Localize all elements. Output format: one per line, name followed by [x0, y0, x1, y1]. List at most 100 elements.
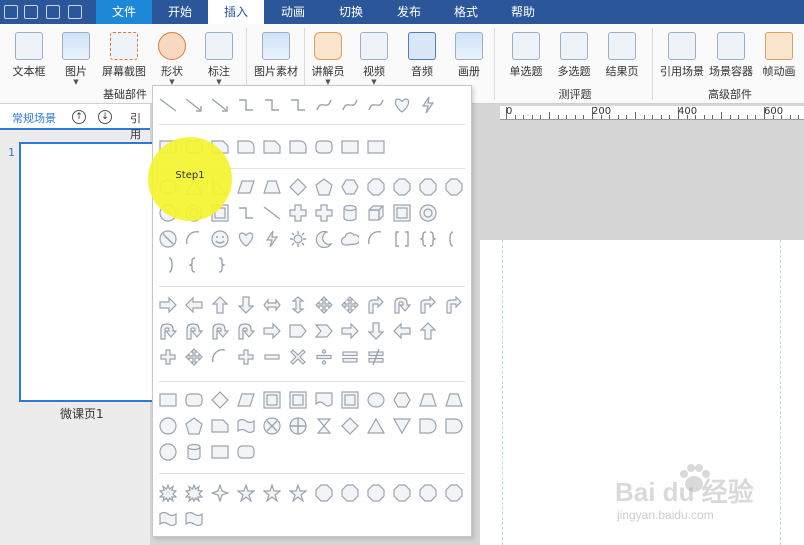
shape-option[interactable]	[341, 178, 359, 196]
shape-option[interactable]	[367, 391, 385, 409]
shape-option[interactable]	[341, 204, 359, 222]
shape-option[interactable]	[341, 296, 359, 314]
shape-option[interactable]	[237, 96, 255, 114]
presenter-button[interactable]: 讲解员 ▼	[308, 28, 348, 86]
shape-option[interactable]	[263, 96, 281, 114]
shape-option[interactable]	[237, 296, 255, 314]
shape-option[interactable]	[237, 230, 255, 248]
shape-option[interactable]	[289, 417, 307, 435]
shape-option[interactable]	[237, 138, 255, 156]
shape-option[interactable]	[341, 417, 359, 435]
shape-option[interactable]	[445, 417, 463, 435]
shape-option[interactable]	[393, 230, 411, 248]
shape-option[interactable]	[185, 322, 203, 340]
shape-option[interactable]	[445, 391, 463, 409]
shape-option[interactable]	[237, 348, 255, 366]
video-button[interactable]: 视频 ▼	[354, 28, 394, 86]
shape-option[interactable]	[211, 348, 229, 366]
shape-option[interactable]	[211, 391, 229, 409]
shape-option[interactable]	[419, 417, 437, 435]
shape-option[interactable]	[211, 230, 229, 248]
shape-option[interactable]	[393, 391, 411, 409]
shape-option[interactable]	[263, 391, 281, 409]
shape-option[interactable]	[211, 96, 229, 114]
shape-option[interactable]	[315, 484, 333, 502]
shape-option[interactable]	[237, 322, 255, 340]
shape-option[interactable]	[315, 230, 333, 248]
shape-option[interactable]	[367, 484, 385, 502]
tab-animation[interactable]: 动画	[264, 0, 322, 24]
shape-option[interactable]	[367, 178, 385, 196]
shape-option[interactable]	[237, 484, 255, 502]
callout-button[interactable]: 标注 ▼	[198, 28, 240, 86]
shape-option[interactable]	[289, 322, 307, 340]
shape-option[interactable]	[289, 230, 307, 248]
shape-option[interactable]	[393, 417, 411, 435]
shape-option[interactable]	[159, 296, 177, 314]
preview-icon[interactable]	[68, 5, 82, 19]
shape-option[interactable]	[263, 138, 281, 156]
shape-option[interactable]	[445, 296, 463, 314]
picture-button[interactable]: 图片 ▼	[56, 28, 96, 86]
shape-option[interactable]	[211, 296, 229, 314]
save-icon[interactable]	[4, 5, 18, 19]
tab-format[interactable]: 格式	[438, 0, 494, 24]
shape-option[interactable]	[185, 230, 203, 248]
shape-option[interactable]	[263, 484, 281, 502]
single-choice-button[interactable]: 单选题	[504, 28, 548, 79]
shape-option[interactable]	[185, 417, 203, 435]
shape-option[interactable]	[237, 391, 255, 409]
shape-option[interactable]	[341, 96, 359, 114]
shape-option[interactable]	[393, 204, 411, 222]
result-page-button[interactable]: 结果页	[600, 28, 644, 79]
shape-option[interactable]	[315, 417, 333, 435]
slide-thumbnail[interactable]	[19, 142, 154, 402]
shape-option[interactable]	[159, 348, 177, 366]
shape-option[interactable]	[211, 417, 229, 435]
shape-option[interactable]	[159, 230, 177, 248]
shape-button[interactable]: 形状 ▼	[152, 28, 192, 86]
shape-option[interactable]	[159, 484, 177, 502]
album-button[interactable]: 画册	[448, 28, 490, 79]
shape-option[interactable]	[237, 417, 255, 435]
shape-option[interactable]	[263, 204, 281, 222]
up-arrow-icon[interactable]: ↑	[72, 110, 86, 124]
shape-option[interactable]	[289, 391, 307, 409]
shape-option[interactable]	[419, 96, 437, 114]
shape-option[interactable]	[419, 230, 437, 248]
shape-option[interactable]	[263, 348, 281, 366]
shape-option[interactable]	[315, 138, 333, 156]
tab-normal-scene[interactable]: 常规场景	[12, 110, 56, 126]
shape-option[interactable]	[211, 322, 229, 340]
shape-option[interactable]	[185, 443, 203, 461]
shape-option[interactable]	[393, 178, 411, 196]
tab-help[interactable]: 帮助	[494, 0, 552, 24]
tab-file[interactable]: 文件	[96, 0, 152, 24]
shape-option[interactable]	[211, 484, 229, 502]
shape-option[interactable]	[185, 484, 203, 502]
shape-option[interactable]	[185, 256, 203, 274]
tab-home[interactable]: 开始	[152, 0, 208, 24]
shape-option[interactable]	[315, 204, 333, 222]
shape-option[interactable]	[289, 296, 307, 314]
shape-option[interactable]	[315, 391, 333, 409]
shape-option[interactable]	[185, 96, 203, 114]
shape-option[interactable]	[367, 230, 385, 248]
shape-option[interactable]	[419, 391, 437, 409]
shape-option[interactable]	[185, 348, 203, 366]
shape-option[interactable]	[419, 296, 437, 314]
shape-option[interactable]	[211, 443, 229, 461]
shape-option[interactable]	[159, 96, 177, 114]
tab-insert[interactable]: 插入	[208, 0, 264, 24]
shape-option[interactable]	[367, 204, 385, 222]
settings-icon[interactable]	[46, 5, 60, 19]
shape-option[interactable]	[393, 296, 411, 314]
shape-option[interactable]	[393, 96, 411, 114]
shape-option[interactable]	[341, 484, 359, 502]
shape-option[interactable]	[367, 348, 385, 366]
publish-icon[interactable]	[24, 5, 38, 19]
shape-option[interactable]	[341, 348, 359, 366]
shape-option[interactable]	[315, 296, 333, 314]
multi-choice-button[interactable]: 多选题	[552, 28, 596, 79]
shape-option[interactable]	[315, 178, 333, 196]
